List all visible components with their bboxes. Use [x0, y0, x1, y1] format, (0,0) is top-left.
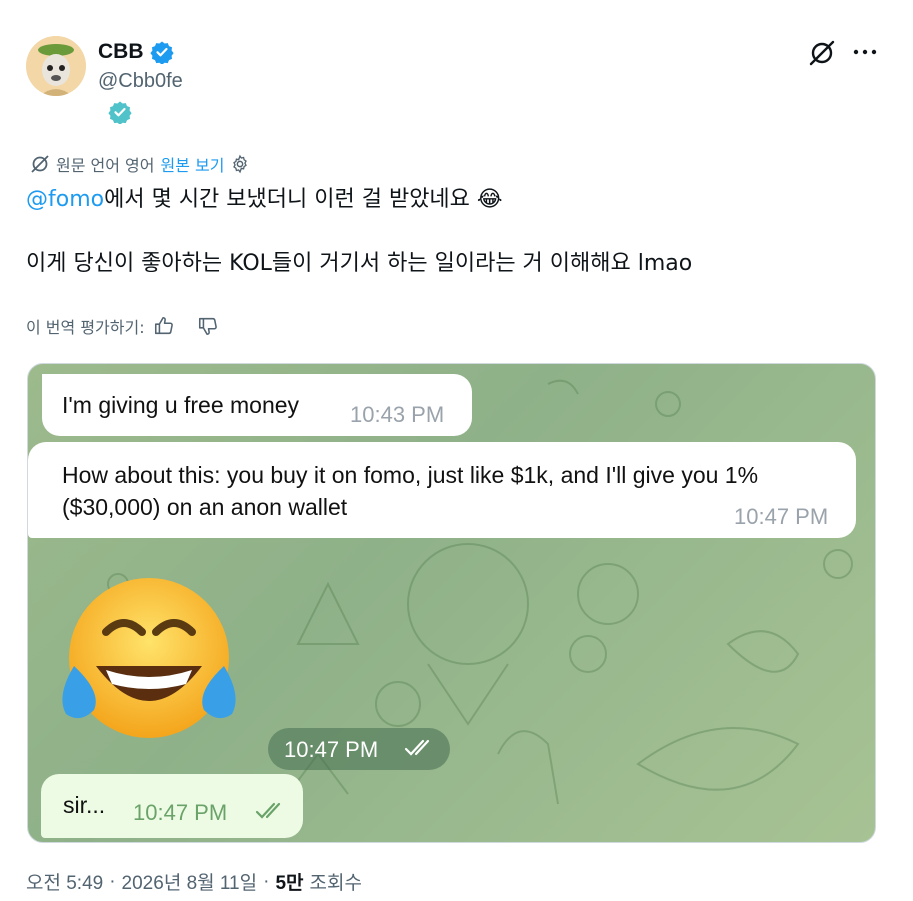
message-text: I'm giving u free money — [62, 392, 300, 418]
tweet-line-1-text: 에서 몇 시간 보냈더니 이런 걸 받았네요 😂 — [104, 187, 503, 212]
more-icon[interactable] — [852, 39, 878, 65]
separator-dot: · — [109, 870, 116, 892]
translation-info: 원문 언어 영어 — [56, 156, 155, 175]
affiliate-badge-icon — [108, 101, 132, 124]
message-time: 10:47 PM — [284, 737, 379, 762]
separator-dot: · — [263, 870, 270, 892]
author-handle[interactable]: @Cbb0fe — [98, 70, 183, 93]
avatar[interactable] — [26, 36, 86, 96]
translation-row: 원문 언어 영어 원본 보기 — [30, 152, 250, 176]
grok-icon[interactable] — [808, 39, 836, 67]
message-time: 10:43 PM — [350, 402, 445, 427]
message-time: 10:47 PM — [734, 504, 829, 529]
thumbs-down-icon[interactable] — [197, 315, 219, 337]
author-name[interactable]: CBB — [98, 40, 144, 64]
message-text: How about this: you buy it on fomo, just… — [62, 462, 759, 520]
emoji-timestamp: 10:47 PM — [268, 728, 450, 770]
name-row: CBB — [98, 40, 174, 64]
tweet-text: @fomo에서 몇 시간 보냈더니 이런 걸 받았네요 😂 이게 당신이 좋아하… — [26, 184, 886, 312]
mention-link[interactable]: @fomo — [26, 187, 104, 212]
chat-message-incoming: How about this: you buy it on fomo, just… — [28, 442, 856, 538]
settings-gear-icon[interactable] — [230, 154, 250, 174]
tweet-meta: 오전 5:49 · 2026년 8월 11일 · 5만 조회수 — [26, 868, 362, 895]
post-date[interactable]: 2026년 8월 11일 — [122, 868, 258, 895]
chat-message-outgoing: sir... 10:47 PM — [41, 774, 303, 838]
message-text: sir... — [63, 792, 106, 818]
views-count: 5만 — [275, 873, 304, 894]
tweet-header: CBB @Cbb0fe — [26, 34, 886, 124]
chat-screenshot[interactable]: I'm giving u free money 10:43 PM How abo… — [27, 363, 876, 843]
views-label: 조회수 — [309, 873, 362, 894]
thumbs-up-icon[interactable] — [153, 315, 175, 337]
tweet-line-2: 이게 당신이 좋아하는 KOL들이 거기서 하는 일이라는 거 이해해요 lma… — [26, 251, 693, 276]
rate-translation-row: 이 번역 평가하기: — [26, 314, 219, 338]
message-time: 10:47 PM — [133, 800, 228, 825]
translate-icon — [31, 155, 49, 173]
rate-label: 이 번역 평가하기: — [26, 318, 145, 337]
verified-badge-icon — [149, 41, 174, 64]
show-original-link[interactable]: 원본 보기 — [161, 152, 225, 176]
double-check-icon — [404, 739, 430, 756]
post-time[interactable]: 오전 5:49 — [26, 868, 103, 895]
laughing-tears-emoji — [62, 578, 236, 738]
tweet-line-1: @fomo에서 몇 시간 보냈더니 이런 걸 받았네요 😂 — [26, 184, 886, 216]
chat-message-incoming: I'm giving u free money 10:43 PM — [42, 374, 472, 436]
double-check-icon — [255, 802, 281, 819]
